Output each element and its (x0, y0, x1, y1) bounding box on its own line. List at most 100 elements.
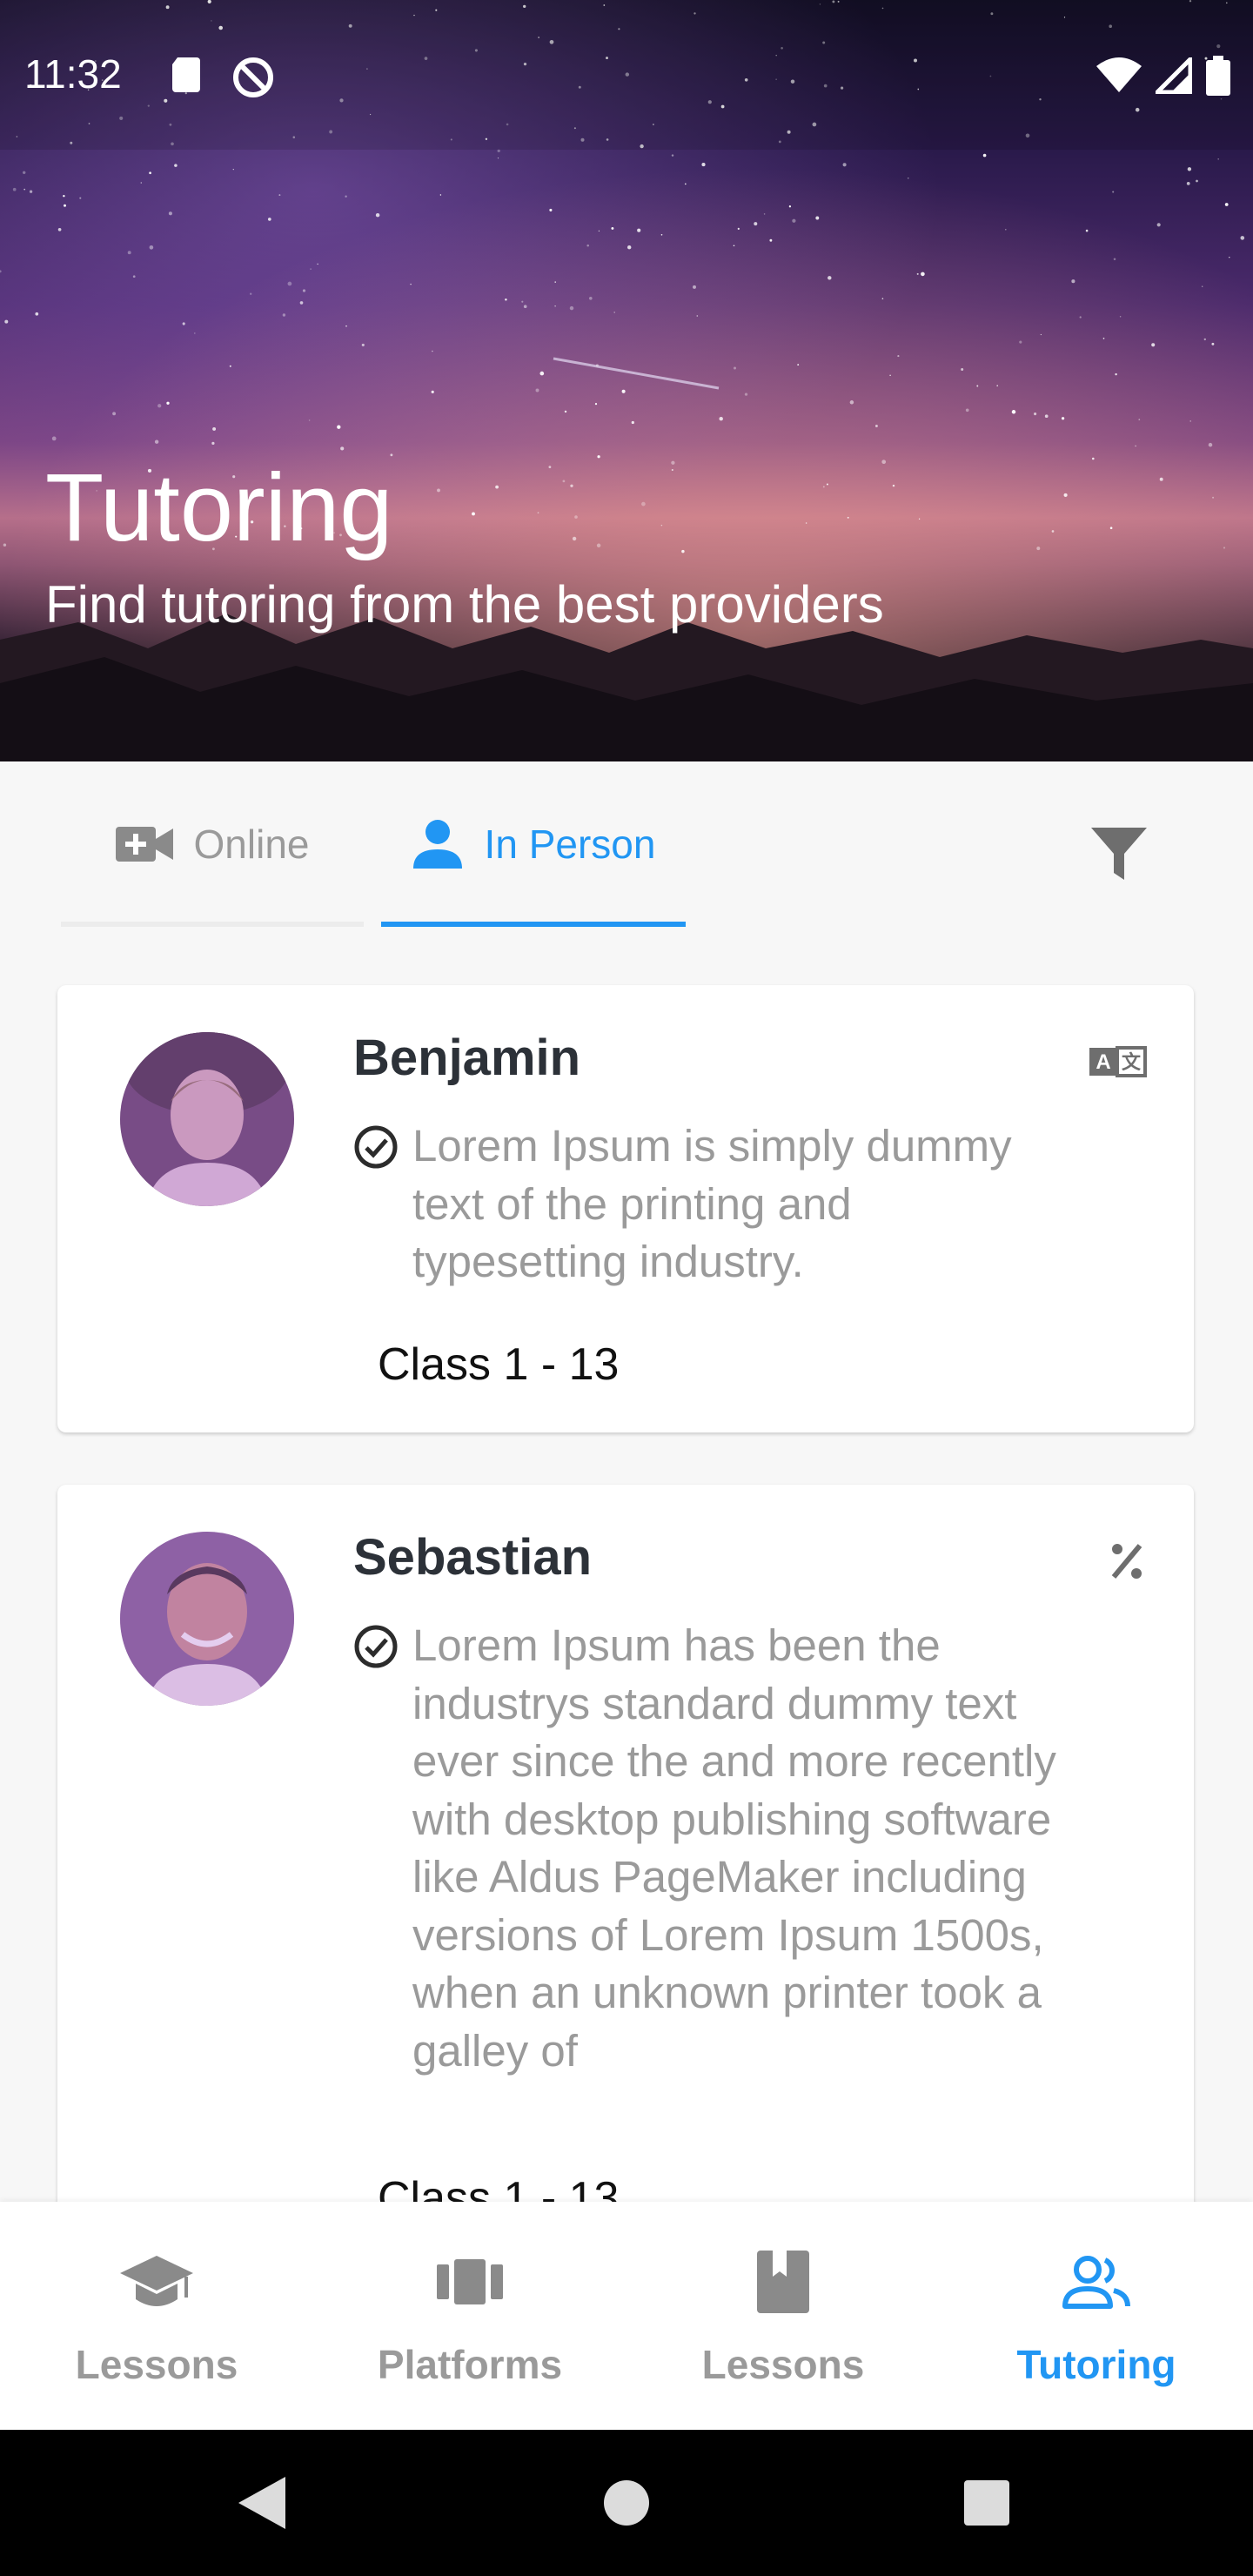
tutor-description: Lorem Ipsum has been the industrys stand… (412, 1620, 1056, 2076)
star-dot (299, 301, 304, 305)
tutor-card[interactable]: Sebastian Lorem Ipsum has been the indus… (57, 1485, 1194, 2268)
star-dot (287, 281, 292, 286)
filter-icon[interactable] (1088, 822, 1150, 885)
star-dot (595, 364, 599, 367)
tab-online-label: Online (193, 822, 310, 867)
star-dot (815, 216, 820, 220)
percent-icon[interactable] (1088, 1539, 1149, 1582)
star-dot (282, 313, 286, 317)
star-dot (308, 419, 311, 421)
star-dot (719, 416, 723, 421)
tab-in-person[interactable]: In Person (381, 761, 686, 927)
star-dot (472, 512, 475, 516)
star-dot (737, 227, 740, 231)
star-dot (564, 410, 567, 413)
tutor-avatar (120, 1032, 294, 1206)
star-dot (1034, 413, 1037, 416)
star-dot (51, 436, 57, 441)
nav-item-lessons[interactable]: Lessons (0, 2202, 313, 2430)
star-dot (1063, 493, 1068, 497)
tutor-avatar (120, 1532, 294, 1706)
star-dot (437, 488, 440, 493)
star-dot (627, 245, 632, 250)
star-dot (250, 292, 252, 295)
home-icon[interactable] (592, 2468, 661, 2538)
star-dot (1092, 457, 1095, 460)
star-dot (410, 283, 412, 285)
star-dot (375, 212, 380, 218)
nav-item-lessons-book[interactable]: Lessons (626, 2202, 940, 2430)
star-dot (847, 516, 849, 519)
star-dot (521, 300, 524, 303)
star-dot (849, 400, 854, 405)
star-dot (637, 228, 641, 232)
star-dot (345, 195, 347, 198)
tutor-name: Benjamin (353, 1030, 581, 1086)
sd-card-icon (172, 57, 200, 92)
star-dot (1061, 417, 1065, 420)
hero-banner: 11:32 Tutoring Find tutoring from the be… (0, 0, 1253, 761)
star-dot (439, 194, 442, 196)
star-dot (889, 374, 891, 377)
star-dot (1212, 496, 1215, 499)
star-dot (586, 244, 589, 247)
tab-online[interactable]: Online (61, 761, 364, 927)
star-dot (734, 366, 736, 370)
star-dot (641, 501, 646, 506)
star-dot (792, 218, 796, 223)
star-dot (1240, 236, 1245, 240)
star-dot (1187, 167, 1192, 171)
star-dot (562, 480, 566, 483)
star-dot (535, 388, 539, 392)
star-dot (1229, 257, 1230, 258)
back-icon[interactable] (226, 2468, 296, 2538)
star-dot (127, 251, 131, 255)
star-dot (822, 486, 825, 488)
star-dot (63, 194, 65, 198)
star-dot (302, 289, 306, 292)
tutor-card[interactable]: Benjamin A 文 Lorem Ipsum is simply dummy… (57, 985, 1194, 1432)
star-dot (621, 389, 626, 393)
mode-tabs: Online In Person (0, 761, 1253, 927)
star-dot (613, 312, 616, 313)
star-dot (671, 460, 675, 465)
star-dot (149, 171, 151, 175)
star-dot (64, 204, 66, 207)
nav-item-tutoring[interactable]: Tutoring (940, 2202, 1253, 2430)
star-dot (805, 522, 807, 524)
nav-item-platforms[interactable]: Platforms (313, 2202, 626, 2430)
star-dot (166, 401, 170, 405)
star-dot (554, 281, 556, 283)
tab-in-person-label: In Person (484, 822, 656, 867)
star-dot (1189, 420, 1191, 422)
translate-icon[interactable]: A 文 (1088, 1039, 1149, 1083)
star-dot (763, 213, 766, 215)
star-dot (310, 268, 312, 270)
star-dot (660, 524, 663, 527)
star-dot (3, 543, 7, 547)
star-dot (996, 385, 998, 386)
svg-text:文: 文 (1122, 1051, 1142, 1073)
people-icon (1062, 2256, 1130, 2309)
star-dot (149, 245, 154, 250)
star-dot (1224, 203, 1229, 206)
nav-item-label: Lessons (75, 2342, 238, 2387)
star-dot (788, 205, 792, 208)
star-dot (4, 319, 9, 324)
star-dot (232, 168, 234, 171)
star-dot (701, 163, 706, 167)
star-dot (23, 188, 26, 191)
tab-in-person-indicator (381, 922, 686, 927)
star-dot (29, 190, 33, 193)
star-dot (572, 536, 577, 541)
star-dot (1115, 372, 1117, 376)
star-dot (1223, 547, 1226, 549)
recents-icon[interactable] (952, 2468, 1022, 2538)
star-dot (1085, 229, 1089, 232)
star-dot (1044, 414, 1049, 419)
star-dot (431, 390, 434, 394)
star-dot (574, 515, 578, 519)
wifi-icon (1096, 57, 1142, 92)
star-dot (881, 298, 884, 299)
star-dot (1211, 342, 1215, 345)
